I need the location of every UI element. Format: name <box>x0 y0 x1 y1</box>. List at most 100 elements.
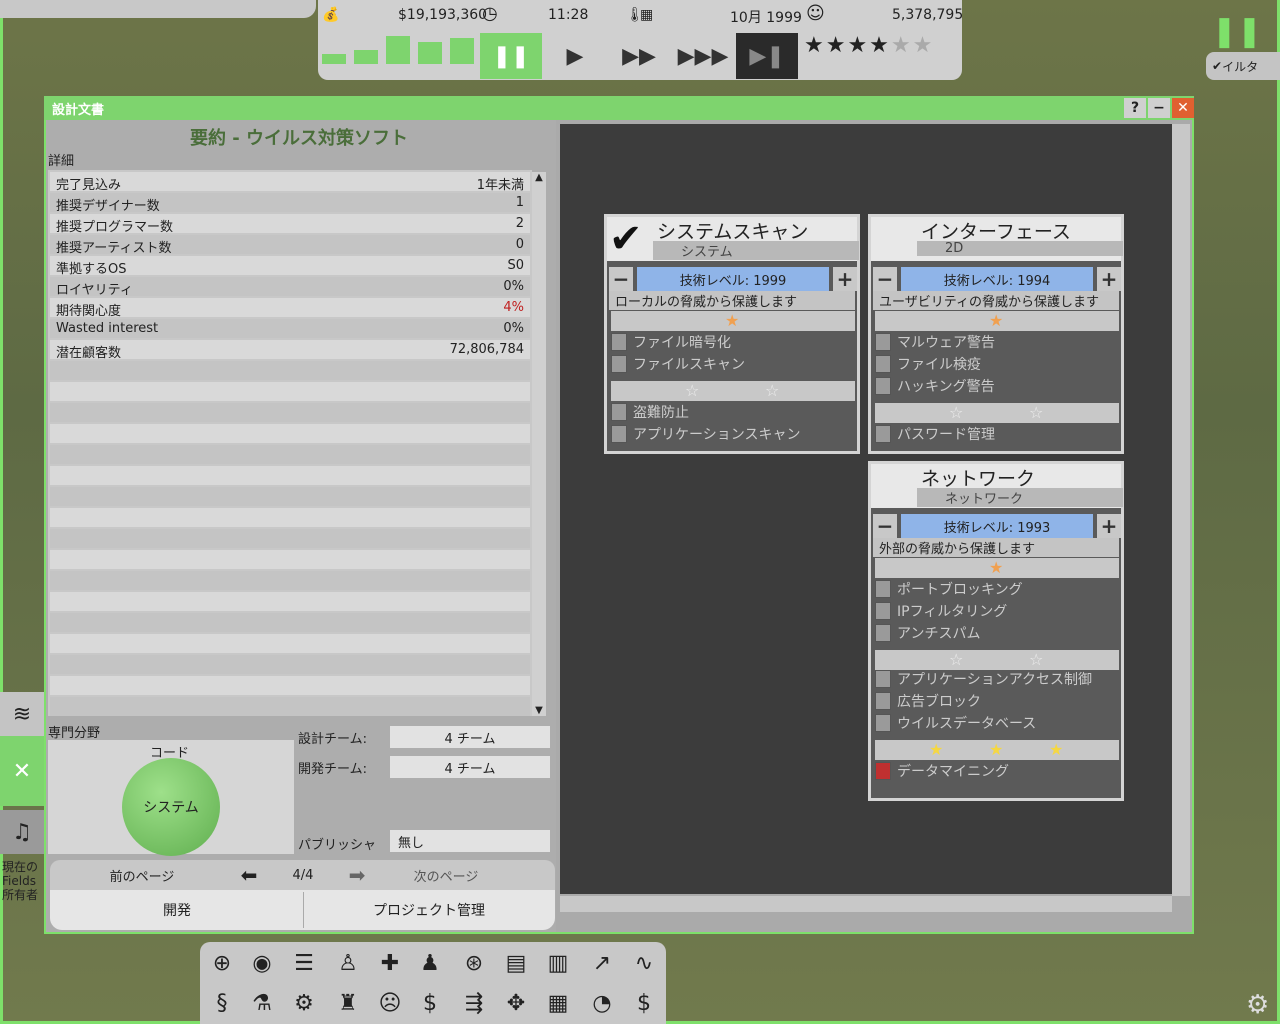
filter-button[interactable]: ✔ イルタ <box>1206 52 1280 80</box>
feature-label: ハッキング警告 <box>897 379 995 395</box>
publisher-field[interactable]: 無し <box>390 830 550 852</box>
develop-button[interactable]: 開発 <box>52 890 302 930</box>
unhappy-icon[interactable]: ☹ <box>370 984 410 1022</box>
feature-item[interactable]: 盗難防止 <box>611 401 689 423</box>
tools-icon[interactable]: ✕ <box>0 736 44 806</box>
building-icon[interactable]: ▤ <box>496 944 536 982</box>
feature-item[interactable]: マルウェア警告 <box>875 331 995 353</box>
prev-page-button[interactable]: 前のページ <box>52 860 232 890</box>
card-title: システムスキャン <box>657 221 809 243</box>
arrow-left-icon[interactable]: ⬅ <box>234 860 264 890</box>
project-management-button[interactable]: プロジェクト管理 <box>304 890 554 930</box>
feature-item[interactable]: ファイル検疫 <box>875 353 981 375</box>
finance-icon[interactable]: $ <box>624 984 664 1022</box>
feature-item[interactable]: 広告ブロック <box>875 690 981 712</box>
checkbox[interactable] <box>875 670 891 688</box>
salary-icon[interactable]: $ <box>410 984 450 1022</box>
canvas-hscrollbar[interactable] <box>560 896 1172 912</box>
feature-label: アンチスパム <box>897 626 981 642</box>
chair-icon[interactable]: ♫ <box>0 810 44 854</box>
detail-label: 推奨アーティスト数 <box>56 241 172 256</box>
dev-team-label: 開発チーム: <box>298 762 367 777</box>
game-pause-icon[interactable]: ❚❚ <box>1212 14 1262 49</box>
person-icon[interactable]: ♙ <box>328 944 368 982</box>
team-icon[interactable]: ♟ <box>410 944 450 982</box>
checkbox[interactable] <box>875 602 891 620</box>
checkbox[interactable] <box>875 692 891 710</box>
tech-decrease-button[interactable]: − <box>873 267 897 291</box>
feature-card-interface[interactable]: インターフェース 2D − 技術レベル: 1994 + ユーザビリティの脅威から… <box>868 214 1124 454</box>
feature-item[interactable]: IPフィルタリング <box>875 600 1007 622</box>
feature-item[interactable]: アンチスパム <box>875 622 980 644</box>
pie-chart-icon[interactable]: ◔ <box>582 984 622 1022</box>
pause-button[interactable]: ❚❚ <box>480 33 542 79</box>
distribution-icon[interactable]: ⇶ <box>454 984 494 1022</box>
canvas-vscrollbar[interactable] <box>1172 124 1190 896</box>
checkbox[interactable] <box>611 425 627 443</box>
design-team-field[interactable]: 4 チーム <box>390 726 550 748</box>
faster-button[interactable]: ▶▶▶ <box>672 33 734 79</box>
flask-icon[interactable]: ⚗ <box>242 984 282 1022</box>
minimize-button[interactable]: − <box>1148 98 1170 118</box>
feature-item[interactable]: パスワード管理 <box>875 423 995 445</box>
feature-item[interactable]: ウイルスデータベース <box>875 712 1036 734</box>
skip-button[interactable]: ▶❚ <box>736 33 798 79</box>
news-icon[interactable]: ▥ <box>538 944 578 982</box>
next-page-button[interactable]: 次のページ <box>380 860 512 890</box>
hire-icon[interactable]: ✚ <box>370 944 410 982</box>
detail-value: 72,806,784 <box>449 342 524 357</box>
server-icon[interactable]: ☰ <box>284 944 324 982</box>
checkbox[interactable] <box>611 333 627 351</box>
specialty-circle[interactable]: システム <box>122 758 220 856</box>
checkbox[interactable] <box>875 377 891 395</box>
checkbox[interactable] <box>875 580 891 598</box>
handshake-icon[interactable]: ✥ <box>496 984 536 1022</box>
tech-increase-button[interactable]: + <box>1097 267 1121 291</box>
feature-label: 広告ブロック <box>897 694 981 710</box>
disc-icon[interactable]: ◉ <box>242 944 282 982</box>
feature-card-network[interactable]: ネットワーク ネットワーク − 技術レベル: 1993 + 外部の脅威から保護し… <box>868 461 1124 801</box>
tech-increase-button[interactable]: + <box>833 267 857 291</box>
feature-item[interactable]: ハッキング警告 <box>875 375 995 397</box>
checkbox[interactable] <box>611 403 627 421</box>
checkbox[interactable] <box>611 355 627 373</box>
checkbox[interactable] <box>875 762 891 780</box>
help-button[interactable]: ? <box>1124 98 1146 118</box>
details-scrollbar[interactable]: ▲ ▼ <box>532 172 546 716</box>
disc-add-icon[interactable]: ⊕ <box>202 944 242 982</box>
arrow-right-icon[interactable]: ➡ <box>342 860 372 890</box>
tech-increase-button[interactable]: + <box>1097 514 1121 538</box>
settings-gear-icon[interactable]: ⚙ <box>1246 990 1269 1020</box>
checkbox[interactable] <box>875 333 891 351</box>
gear-icon[interactable]: ⚙ <box>284 984 324 1022</box>
scroll-up-icon[interactable]: ▲ <box>532 172 546 183</box>
feature-item[interactable]: ファイルスキャン <box>611 353 745 375</box>
tech-decrease-button[interactable]: − <box>873 514 897 538</box>
feature-item[interactable]: ファイル暗号化 <box>611 331 731 353</box>
feature-item[interactable]: ポートブロッキング <box>875 578 1023 600</box>
feature-item[interactable]: アプリケーションアクセス制御 <box>875 668 1092 690</box>
table-row <box>50 361 530 380</box>
feature-item[interactable]: データマイニング <box>875 760 1009 782</box>
calendar-icon: ▦ <box>640 7 654 23</box>
dev-team-field[interactable]: 4 チーム <box>390 756 550 778</box>
detail-label: 準拠するOS <box>56 262 127 277</box>
close-button[interactable]: ✕ <box>1172 98 1194 118</box>
play-button[interactable]: ▶ <box>544 33 606 79</box>
checkbox[interactable] <box>875 355 891 373</box>
checkbox[interactable] <box>875 624 891 642</box>
fast-forward-button[interactable]: ▶▶ <box>608 33 670 79</box>
trend-icon[interactable]: ↗ <box>582 944 622 982</box>
globe-icon[interactable]: ⊛ <box>454 944 494 982</box>
scroll-down-icon[interactable]: ▼ <box>532 705 546 716</box>
calendar-icon[interactable]: ▦ <box>538 984 578 1022</box>
chart-icon[interactable]: ∿ <box>624 944 664 982</box>
staff-icon[interactable]: ♜ <box>328 984 368 1022</box>
document-icon[interactable]: § <box>202 984 242 1022</box>
checkbox[interactable] <box>875 425 891 443</box>
checkbox[interactable] <box>875 714 891 732</box>
layers-icon[interactable]: ≋ <box>0 692 44 736</box>
feature-card-system-scan[interactable]: ✔ システムスキャン システム − 技術レベル: 1999 + ローカルの脅威か… <box>604 214 860 454</box>
tech-decrease-button[interactable]: − <box>609 267 633 291</box>
feature-item[interactable]: アプリケーションスキャン <box>611 423 800 445</box>
